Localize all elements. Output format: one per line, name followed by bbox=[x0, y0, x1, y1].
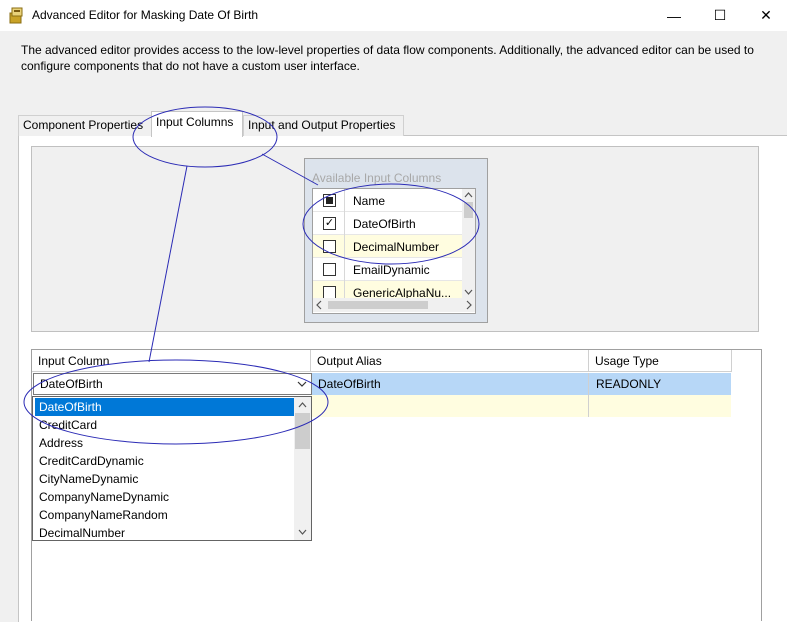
dropdown-option[interactable]: DecimalNumber bbox=[35, 524, 295, 540]
editor-description: The advanced editor provides access to t… bbox=[21, 43, 754, 73]
chevron-down-icon[interactable] bbox=[293, 374, 311, 394]
dropdown-option[interactable]: CompanyNameDynamic bbox=[35, 488, 295, 506]
header-output-alias[interactable]: Output Alias bbox=[311, 350, 589, 372]
minimize-button[interactable]: — bbox=[651, 0, 697, 31]
available-columns-title: Available Input Columns bbox=[312, 171, 442, 185]
column-checkbox[interactable]: ✓ bbox=[323, 217, 336, 230]
column-name: EmailDynamic bbox=[353, 263, 430, 277]
tab-input-columns[interactable]: Input Columns bbox=[151, 111, 243, 137]
input-column-dropdown: DateOfBirth CreditCard Address CreditCar… bbox=[32, 396, 312, 541]
usage-type-cell[interactable]: READONLY bbox=[596, 377, 661, 391]
dropdown-option[interactable]: CityNameDynamic bbox=[35, 470, 295, 488]
column-checkbox[interactable] bbox=[323, 263, 336, 276]
dropdown-option-selected[interactable]: DateOfBirth bbox=[35, 398, 295, 416]
tab-input-output-properties[interactable]: Input and Output Properties bbox=[243, 115, 404, 136]
app-icon bbox=[9, 7, 23, 24]
tab-component-properties[interactable]: Component Properties bbox=[18, 115, 155, 136]
window-title: Advanced Editor for Masking Date Of Birt… bbox=[32, 8, 259, 22]
available-column-row[interactable]: DecimalNumber bbox=[313, 235, 463, 258]
column-name-header: Name bbox=[353, 194, 386, 208]
available-columns-vscrollbar[interactable] bbox=[462, 189, 475, 298]
available-columns-list: Name ✓ DateOfBirth DecimalNumber EmailDy… bbox=[312, 188, 476, 314]
scroll-arrows-icon bbox=[316, 300, 472, 310]
available-columns-header: Name bbox=[313, 189, 463, 212]
dropdown-option[interactable]: Address bbox=[35, 434, 295, 452]
input-column-value: DateOfBirth bbox=[40, 377, 103, 391]
column-name: DateOfBirth bbox=[353, 217, 416, 231]
column-checkbox[interactable] bbox=[323, 240, 336, 253]
maximize-button[interactable]: ☐ bbox=[697, 0, 743, 31]
header-input-column[interactable]: Input Column bbox=[32, 350, 311, 372]
header-usage-type[interactable]: Usage Type bbox=[589, 350, 732, 372]
dropdown-scroll-thumb[interactable] bbox=[295, 413, 310, 449]
grid-divider bbox=[588, 373, 589, 417]
select-all-checkbox[interactable] bbox=[323, 194, 336, 207]
dropdown-option[interactable]: CreditCardDynamic bbox=[35, 452, 295, 470]
scroll-arrows-icon bbox=[464, 192, 473, 295]
available-column-row[interactable]: ✓ DateOfBirth bbox=[313, 212, 463, 235]
output-alias-cell[interactable]: DateOfBirth bbox=[318, 377, 381, 391]
available-columns-hscrollbar[interactable] bbox=[313, 298, 475, 312]
dropdown-option[interactable]: CreditCard bbox=[35, 416, 295, 434]
close-button[interactable]: ✕ bbox=[743, 0, 787, 31]
dropdown-option[interactable]: CompanyNameRandom bbox=[35, 506, 295, 524]
available-column-row[interactable]: EmailDynamic bbox=[313, 258, 463, 281]
column-name: DecimalNumber bbox=[353, 240, 440, 254]
grid-row-empty[interactable] bbox=[311, 395, 731, 417]
